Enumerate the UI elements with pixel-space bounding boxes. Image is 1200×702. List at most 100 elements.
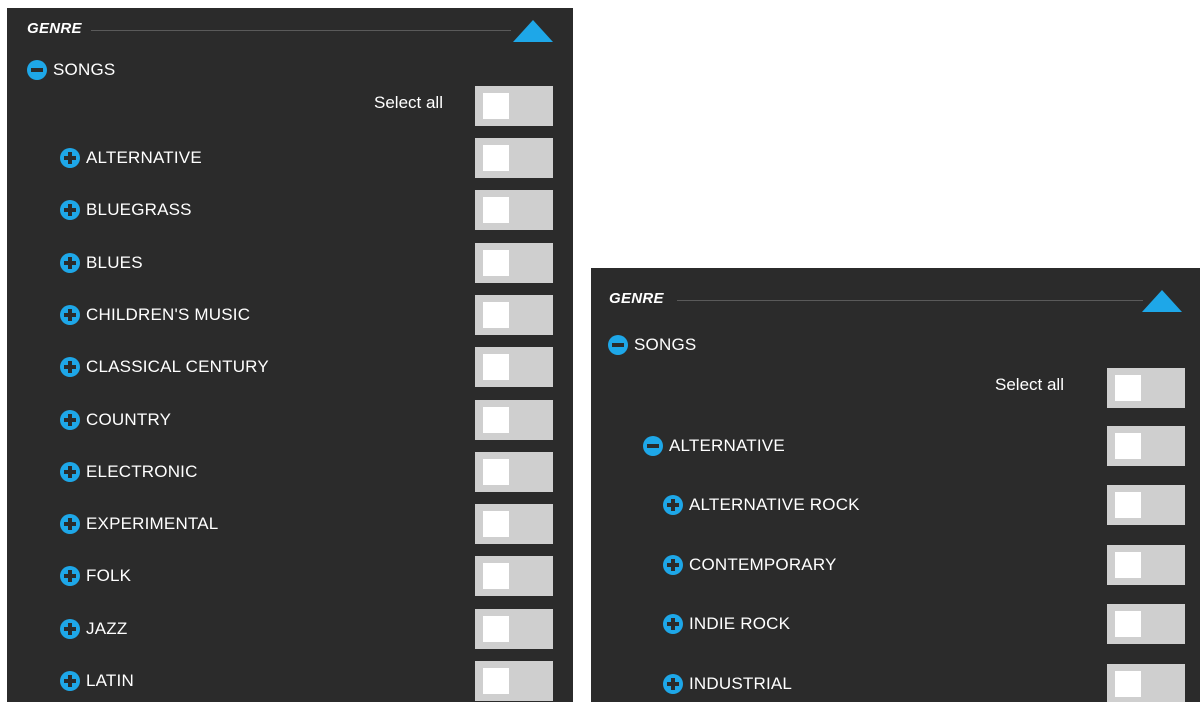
toggle-knob <box>1115 492 1141 518</box>
tree-item-electronic[interactable]: ELECTRONIC <box>60 452 198 492</box>
item-toggle[interactable] <box>475 190 553 231</box>
item-label: CLASSICAL CENTURY <box>86 357 269 377</box>
minus-circle-icon[interactable] <box>27 60 47 80</box>
toggle-knob <box>1115 551 1141 578</box>
toggle-knob <box>483 615 509 642</box>
item-label: ELECTRONIC <box>86 461 198 481</box>
item-toggle[interactable] <box>475 138 553 178</box>
tree-item-bluegrass[interactable]: BLUEGRASS <box>60 190 192 230</box>
plus-circle-icon[interactable] <box>60 409 80 430</box>
item-label: CHILDREN'S MUSIC <box>86 304 251 324</box>
item-label: ALTERNATIVE ROCK <box>689 495 860 514</box>
tree-item-alternative[interactable]: ALTERNATIVE <box>643 426 785 466</box>
tree-item-blues[interactable]: BLUES <box>60 243 143 283</box>
item-toggle[interactable] <box>475 556 553 597</box>
header-divider <box>91 30 511 31</box>
genre-panel-left: GENRE SONGS Select all ALTERNATIVE BLUEGR… <box>7 8 573 702</box>
toggle-knob <box>1115 375 1141 401</box>
tree-item-country[interactable]: COUNTRY <box>60 400 171 440</box>
item-toggle[interactable] <box>1107 426 1185 466</box>
plus-circle-icon[interactable] <box>663 554 683 575</box>
plus-circle-icon[interactable] <box>60 252 80 273</box>
item-toggle[interactable] <box>1107 544 1185 585</box>
plus-circle-icon[interactable] <box>60 671 80 691</box>
plus-circle-icon[interactable] <box>60 148 80 168</box>
plus-circle-icon[interactable] <box>60 514 80 535</box>
header-divider <box>677 300 1143 301</box>
collapse-arrow-icon[interactable] <box>513 20 553 42</box>
tree-item-classical-century[interactable]: CLASSICAL CENTURY <box>60 347 269 387</box>
genre-panel-right: GENRE SONGS Select all ALTERNATIVE ALTER… <box>591 268 1200 702</box>
item-toggle[interactable] <box>475 347 553 388</box>
toggle-knob <box>483 668 509 694</box>
plus-circle-icon[interactable] <box>60 357 80 378</box>
tree-root-songs[interactable]: SONGS <box>608 325 696 365</box>
select-all-toggle[interactable] <box>475 86 553 126</box>
tree-item-indie-rock[interactable]: INDIE ROCK <box>663 604 790 644</box>
genre-title: GENRE <box>609 290 664 307</box>
toggle-knob <box>1115 433 1141 459</box>
plus-circle-icon[interactable] <box>663 495 683 515</box>
toggle-knob <box>483 145 509 171</box>
select-all-label: Select all <box>995 375 1064 394</box>
item-label: LATIN <box>86 671 134 690</box>
plus-circle-icon[interactable] <box>663 673 683 694</box>
tree-item-industrial[interactable]: INDUSTRIAL <box>663 664 792 702</box>
item-toggle[interactable] <box>475 504 553 545</box>
item-label: COUNTRY <box>86 409 172 429</box>
minus-circle-icon[interactable] <box>643 436 663 456</box>
tree-root-songs[interactable]: SONGS <box>27 50 115 90</box>
select-all-label: Select all <box>374 93 443 112</box>
toggle-knob <box>1115 670 1141 697</box>
item-label: FOLK <box>86 566 132 586</box>
genre-header: GENRE <box>591 268 1200 312</box>
toggle-knob <box>483 354 509 381</box>
tree-item-jazz[interactable]: JAZZ <box>60 609 127 649</box>
tree-item-latin[interactable]: LATIN <box>60 661 134 701</box>
toggle-knob <box>483 406 509 433</box>
tree-item-alternative-rock[interactable]: ALTERNATIVE ROCK <box>663 485 860 525</box>
toggle-knob <box>1115 611 1141 637</box>
toggle-knob <box>483 511 509 538</box>
plus-circle-icon[interactable] <box>60 304 80 325</box>
item-toggle[interactable] <box>1107 604 1185 644</box>
plus-circle-icon[interactable] <box>60 461 80 482</box>
tree-item-folk[interactable]: FOLK <box>60 556 131 596</box>
tree-item-experimental[interactable]: EXPERIMENTAL <box>60 504 218 544</box>
item-label: BLUES <box>86 252 143 272</box>
select-all-toggle[interactable] <box>1107 368 1185 408</box>
toggle-knob <box>483 458 509 485</box>
toggle-knob <box>483 93 509 119</box>
plus-circle-icon[interactable] <box>60 566 80 587</box>
item-toggle[interactable] <box>475 661 553 701</box>
item-label: EXPERIMENTAL <box>86 514 219 534</box>
item-label: JAZZ <box>86 618 128 638</box>
item-label: ALTERNATIVE <box>86 148 202 167</box>
toggle-knob <box>483 249 509 276</box>
item-label: INDUSTRIAL <box>689 673 793 693</box>
genre-title: GENRE <box>27 20 82 37</box>
item-toggle[interactable] <box>475 399 553 440</box>
item-toggle[interactable] <box>475 294 553 335</box>
item-label: ALTERNATIVE <box>669 436 785 455</box>
item-toggle[interactable] <box>475 242 553 283</box>
tree-item-contemporary[interactable]: CONTEMPORARY <box>663 545 837 585</box>
item-label: BLUEGRASS <box>86 200 192 220</box>
item-toggle[interactable] <box>1107 485 1185 525</box>
root-label: SONGS <box>634 335 697 354</box>
plus-circle-icon[interactable] <box>663 614 683 634</box>
toggle-knob <box>483 301 509 328</box>
item-label: INDIE ROCK <box>689 614 791 633</box>
toggle-knob <box>483 197 509 224</box>
item-toggle[interactable] <box>475 451 553 492</box>
plus-circle-icon[interactable] <box>60 200 80 221</box>
minus-circle-icon[interactable] <box>608 335 628 355</box>
tree-item-alternative[interactable]: ALTERNATIVE <box>60 138 202 178</box>
plus-circle-icon[interactable] <box>60 618 80 639</box>
tree-item-children-s-music[interactable]: CHILDREN'S MUSIC <box>60 295 250 335</box>
collapse-arrow-icon[interactable] <box>1142 290 1182 312</box>
item-toggle[interactable] <box>475 608 553 649</box>
genre-header: GENRE <box>7 8 573 48</box>
item-toggle[interactable] <box>1107 663 1185 702</box>
root-label: SONGS <box>53 60 116 79</box>
